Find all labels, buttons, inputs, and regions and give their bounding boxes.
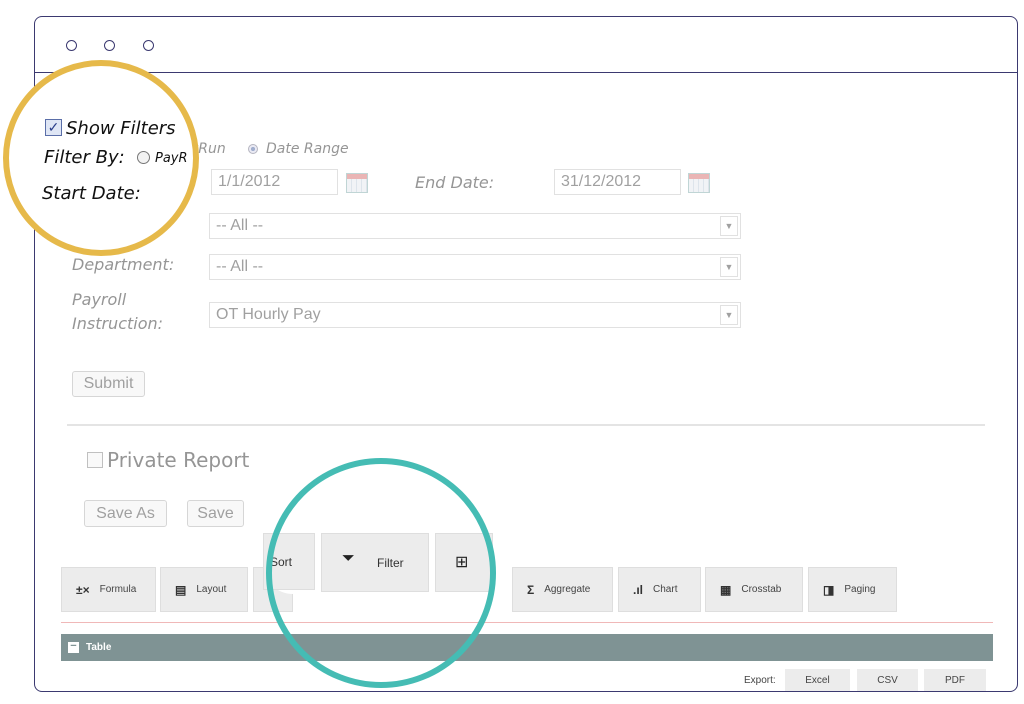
formula-tool-button[interactable]: ±× Formula	[61, 567, 156, 612]
aggregate-tool-label: Aggregate	[544, 584, 591, 595]
layout-tool-button[interactable]: ▤ Layout	[160, 567, 248, 612]
save-as-button[interactable]: Save As	[84, 500, 167, 527]
private-report-checkbox[interactable]	[87, 452, 103, 468]
section-divider	[67, 424, 985, 426]
gold-highlight-circle	[3, 60, 199, 256]
first-filter-select[interactable]: -- All -- ▼	[209, 213, 741, 239]
date-range-label: Date Range	[266, 141, 349, 157]
end-date-input[interactable]: 31/12/2012	[554, 169, 681, 195]
window-dot-3[interactable]	[143, 40, 154, 51]
collapse-icon[interactable]: −	[68, 641, 79, 653]
end-date-label: End Date:	[415, 173, 495, 192]
formula-tool-label: Formula	[99, 584, 137, 595]
sigma-icon: Σ	[527, 582, 535, 597]
save-button[interactable]: Save	[187, 500, 244, 527]
export-label: Export:	[744, 675, 776, 686]
paging-tool-label: Paging	[844, 584, 876, 595]
table-header-bar[interactable]: − Table	[61, 634, 993, 661]
window-dot-1[interactable]	[66, 40, 77, 51]
date-range-radio[interactable]	[248, 144, 258, 154]
formula-icon: ±×	[76, 582, 90, 597]
aggregate-tool-button[interactable]: Σ Aggregate	[512, 567, 613, 612]
payroll-instruction-label-line2: Instruction:	[72, 314, 164, 333]
payroll-instruction-select[interactable]: OT Hourly Pay ▼	[209, 302, 741, 328]
layout-tool-label: Layout	[196, 584, 227, 595]
window-titlebar	[35, 17, 1017, 73]
first-filter-select-value: -- All --	[216, 217, 264, 234]
department-select-value: -- All --	[216, 258, 264, 275]
payroll-instruction-select-value: OT Hourly Pay	[216, 306, 321, 323]
chevron-down-icon[interactable]: ▼	[720, 216, 738, 236]
paging-tool-button[interactable]: ◨ Paging	[808, 567, 897, 612]
submit-button[interactable]: Submit	[72, 371, 145, 397]
table-title: Table	[86, 642, 112, 653]
chevron-down-icon[interactable]: ▼	[720, 305, 738, 325]
layout-icon: ▤	[175, 582, 187, 597]
paging-icon: ◨	[823, 582, 835, 597]
export-pdf-button[interactable]: PDF	[924, 669, 986, 691]
bar-chart-icon: .ıl	[633, 582, 644, 597]
payroll-instruction-label-line1: Payroll	[72, 290, 127, 309]
teal-highlight-circle	[266, 458, 496, 688]
private-report-label: Private Report	[107, 448, 250, 472]
start-date-calendar-icon[interactable]	[346, 173, 368, 193]
crosstab-tool-label: Crosstab	[741, 584, 782, 595]
table-top-border	[61, 622, 993, 623]
chevron-down-icon[interactable]: ▼	[720, 257, 738, 277]
crosstab-tool-button[interactable]: ▦ Crosstab	[705, 567, 803, 612]
department-label: Department:	[72, 255, 175, 274]
crosstab-icon: ▦	[720, 582, 732, 597]
start-date-input[interactable]: 1/1/2012	[211, 169, 338, 195]
end-date-calendar-icon[interactable]	[688, 173, 710, 193]
department-select[interactable]: -- All -- ▼	[209, 254, 741, 280]
export-csv-button[interactable]: CSV	[857, 669, 918, 691]
chart-tool-button[interactable]: .ıl Chart	[618, 567, 701, 612]
export-excel-button[interactable]: Excel	[785, 669, 850, 691]
chart-tool-label: Chart	[653, 584, 678, 595]
window-dot-2[interactable]	[104, 40, 115, 51]
